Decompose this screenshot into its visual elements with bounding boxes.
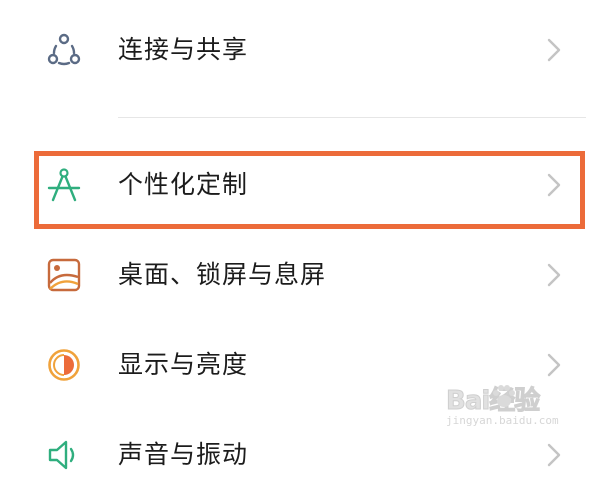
compass-personalize-icon: [46, 167, 82, 203]
sound-icon: [46, 437, 82, 473]
settings-item-label: 个性化定制: [118, 170, 249, 199]
watermark: Bai经验 jingyan.baidu.com: [445, 380, 586, 436]
chevron-right-icon: [541, 441, 567, 469]
chevron-right-icon: [541, 171, 567, 199]
wallpaper-icon: [46, 257, 82, 293]
settings-item-desktop-lockscreen[interactable]: 桌面、锁屏与息屏: [0, 230, 600, 320]
settings-item-label: 声音与振动: [118, 440, 249, 469]
paw-logo-icon: [490, 382, 518, 410]
chevron-right-icon: [541, 261, 567, 289]
settings-item-label: 显示与亮度: [118, 350, 249, 379]
connection-share-icon: [46, 32, 82, 68]
chevron-right-icon: [541, 351, 567, 379]
settings-item-label: 连接与共享: [118, 35, 249, 64]
watermark-url: jingyan.baidu.com: [446, 414, 559, 427]
settings-item-connection-share[interactable]: 连接与共享: [0, 5, 600, 95]
settings-item-label: 桌面、锁屏与息屏: [118, 260, 327, 289]
divider: [118, 117, 586, 118]
chevron-right-icon: [541, 36, 567, 64]
settings-item-personalization[interactable]: 个性化定制: [0, 140, 600, 230]
brightness-icon: [46, 347, 82, 383]
